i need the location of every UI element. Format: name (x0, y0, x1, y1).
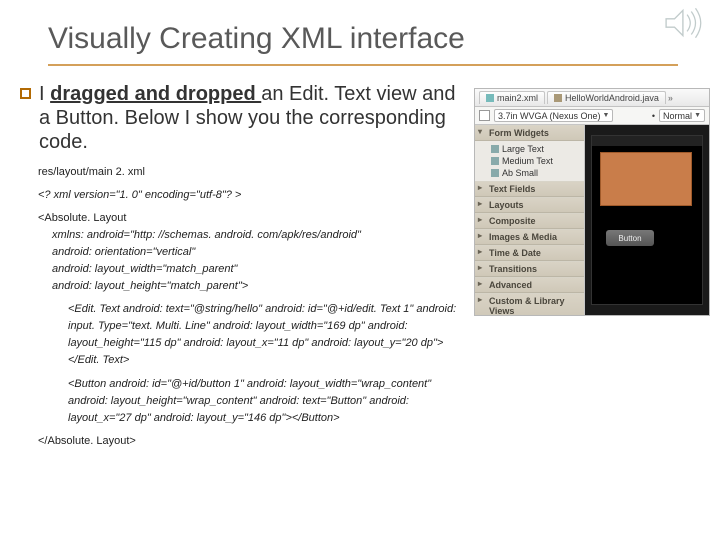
status-bar (592, 136, 702, 146)
xml-declaration: <? xml version="1. 0" encoding="utf-8"? … (38, 187, 470, 204)
mode-bullet: • (652, 111, 655, 121)
button-element: <Button android: id="@+id/button 1" andr… (38, 376, 470, 427)
widget-icon (491, 145, 499, 153)
palette-item[interactable]: Ab Small (491, 167, 582, 179)
widget-icon (491, 157, 499, 165)
palette-item[interactable]: Large Text (491, 143, 582, 155)
palette-header[interactable]: Text Fields (475, 181, 584, 197)
root-attr-2: android: layout_width="match_parent" (38, 261, 470, 278)
device-screen[interactable]: Button (591, 135, 703, 305)
palette-header[interactable]: Custom & Library Views (475, 293, 584, 315)
palette-item-label: Medium Text (502, 156, 553, 166)
main-bullet: I dragged and dropped an Edit. Text view… (20, 82, 470, 154)
root-open: <Absolute. Layout (38, 210, 470, 227)
palette-item-label: Large Text (502, 144, 544, 154)
tab-main2[interactable]: main2.xml (479, 91, 545, 104)
widget-palette: Form Widgets Large Text Medium Text Ab S… (475, 125, 585, 315)
mode-dropdown[interactable]: Normal ▼ (659, 109, 705, 122)
speaker-icon (664, 6, 706, 40)
title-underline (48, 64, 678, 66)
device-icon[interactable] (479, 110, 490, 121)
palette-header[interactable]: Advanced (475, 277, 584, 293)
edittext-widget[interactable] (600, 152, 692, 206)
palette-header[interactable]: Transitions (475, 261, 584, 277)
editor-toolbar: 3.7in WVGA (Nexus One) ▼ • Normal ▼ (475, 107, 709, 125)
tab-label: HelloWorldAndroid.java (565, 93, 659, 103)
tab-overflow-icon[interactable]: » (668, 93, 678, 103)
tab-label: main2.xml (497, 93, 538, 103)
xml-file-icon (486, 94, 494, 102)
editor-tabstrip: main2.xml HelloWorldAndroid.java » (475, 89, 709, 107)
device-config-dropdown[interactable]: 3.7in WVGA (Nexus One) ▼ (494, 109, 613, 122)
button-widget[interactable]: Button (606, 230, 654, 246)
mode-label: Normal (663, 111, 692, 121)
root-attr-0: xmlns: android="http: //schemas. android… (38, 227, 470, 244)
code-path: res/layout/main 2. xml (38, 164, 470, 181)
palette-header-form-widgets[interactable]: Form Widgets (475, 125, 584, 141)
root-attr-3: android: layout_height="match_parent"> (38, 278, 470, 295)
palette-header[interactable]: Images & Media (475, 229, 584, 245)
root-close: </Absolute. Layout> (38, 433, 470, 450)
tab-java[interactable]: HelloWorldAndroid.java (547, 91, 666, 104)
bullet-underlined: dragged and dropped (50, 83, 261, 105)
palette-item[interactable]: Medium Text (491, 155, 582, 167)
code-block: res/layout/main 2. xml <? xml version="1… (38, 164, 470, 450)
widget-icon (491, 169, 499, 177)
java-file-icon (554, 94, 562, 102)
slide-title: Visually Creating XML interface (48, 22, 680, 56)
palette-item-label: Ab Small (502, 168, 538, 178)
edit-text-element: <Edit. Text android: text="@string/hello… (38, 301, 470, 369)
square-bullet-icon (20, 88, 31, 99)
root-attr-1: android: orientation="vertical" (38, 244, 470, 261)
chevron-down-icon: ▼ (694, 112, 701, 119)
bullet-prefix: I (39, 83, 50, 105)
layout-editor-panel: main2.xml HelloWorldAndroid.java » 3.7in… (474, 88, 710, 316)
palette-header[interactable]: Composite (475, 213, 584, 229)
palette-header[interactable]: Layouts (475, 197, 584, 213)
palette-header[interactable]: Time & Date (475, 245, 584, 261)
device-preview: Button (585, 125, 709, 315)
chevron-down-icon: ▼ (603, 112, 610, 119)
device-config-label: 3.7in WVGA (Nexus One) (498, 111, 601, 121)
